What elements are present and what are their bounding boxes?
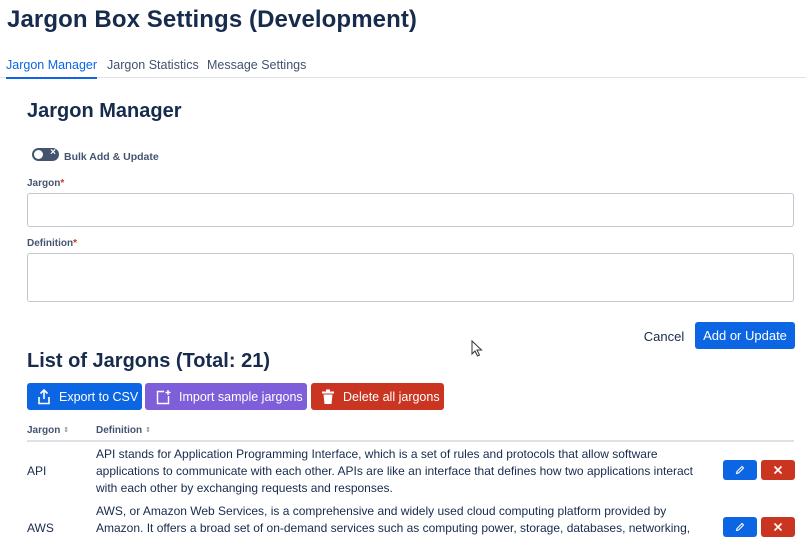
close-icon bbox=[773, 465, 783, 475]
delete-all-label: Delete all jargons bbox=[343, 389, 440, 404]
export-icon bbox=[38, 388, 50, 404]
pencil-icon bbox=[735, 465, 745, 475]
import-icon bbox=[156, 389, 171, 404]
definition-label: Definition* bbox=[27, 238, 77, 249]
column-header-definition-label: Definition bbox=[96, 425, 143, 436]
list-title: List of Jargons (Total: 21) bbox=[27, 350, 270, 372]
jargon-label-text: Jargon bbox=[27, 178, 61, 189]
toggle-off-icon: × bbox=[50, 147, 56, 158]
column-header-jargon-label: Jargon bbox=[27, 425, 61, 436]
tab-bar: Jargon Manager Jargon Statistics Message… bbox=[0, 58, 806, 79]
edit-button[interactable] bbox=[723, 460, 757, 480]
column-header-jargon[interactable]: Jargon ⇕ bbox=[27, 425, 69, 436]
jargon-label: Jargon* bbox=[27, 178, 64, 189]
edit-button[interactable] bbox=[723, 517, 757, 537]
section-title: Jargon Manager bbox=[27, 100, 182, 122]
delete-button[interactable] bbox=[761, 517, 795, 537]
sort-icon: ⇕ bbox=[145, 427, 151, 434]
sort-icon: ⇕ bbox=[63, 427, 70, 434]
jargon-input[interactable] bbox=[27, 193, 794, 227]
close-icon bbox=[773, 522, 783, 532]
mouse-cursor-icon bbox=[471, 340, 483, 357]
column-header-definition[interactable]: Definition ⇕ bbox=[96, 425, 151, 436]
bulk-toggle[interactable]: × bbox=[32, 147, 59, 161]
import-sample-label: Import sample jargons bbox=[179, 389, 303, 404]
export-csv-button[interactable]: Export to CSV bbox=[27, 383, 142, 410]
cancel-button[interactable]: Cancel bbox=[640, 323, 688, 349]
required-mark: * bbox=[73, 238, 78, 249]
tab-message-settings[interactable]: Message Settings bbox=[207, 58, 306, 78]
pencil-icon bbox=[735, 522, 745, 532]
bulk-toggle-label: Bulk Add & Update bbox=[64, 151, 159, 163]
definition-cell: API stands for Application Programming I… bbox=[96, 447, 693, 495]
add-or-update-button[interactable]: Add or Update bbox=[695, 322, 795, 349]
tab-jargon-statistics[interactable]: Jargon Statistics bbox=[107, 58, 199, 78]
jargon-cell: API bbox=[27, 464, 47, 478]
delete-button[interactable] bbox=[761, 460, 795, 480]
tab-jargon-manager[interactable]: Jargon Manager bbox=[6, 58, 98, 79]
table-header-divider bbox=[27, 440, 794, 442]
definition-input[interactable] bbox=[27, 253, 794, 302]
required-mark: * bbox=[60, 178, 65, 189]
definition-label-text: Definition bbox=[27, 238, 74, 249]
export-csv-label: Export to CSV bbox=[59, 389, 139, 404]
settings-page: Jargon Box Settings (Development) Jargon… bbox=[0, 0, 806, 537]
trash-icon bbox=[322, 389, 334, 404]
jargon-cell: AWS bbox=[27, 521, 54, 535]
delete-all-button[interactable]: Delete all jargons bbox=[311, 383, 444, 410]
page-title: Jargon Box Settings (Development) bbox=[7, 6, 418, 33]
toggle-knob bbox=[34, 150, 43, 159]
definition-cell: AWS, or Amazon Web Services, is a compre… bbox=[96, 504, 691, 535]
import-sample-button[interactable]: Import sample jargons bbox=[145, 383, 307, 410]
